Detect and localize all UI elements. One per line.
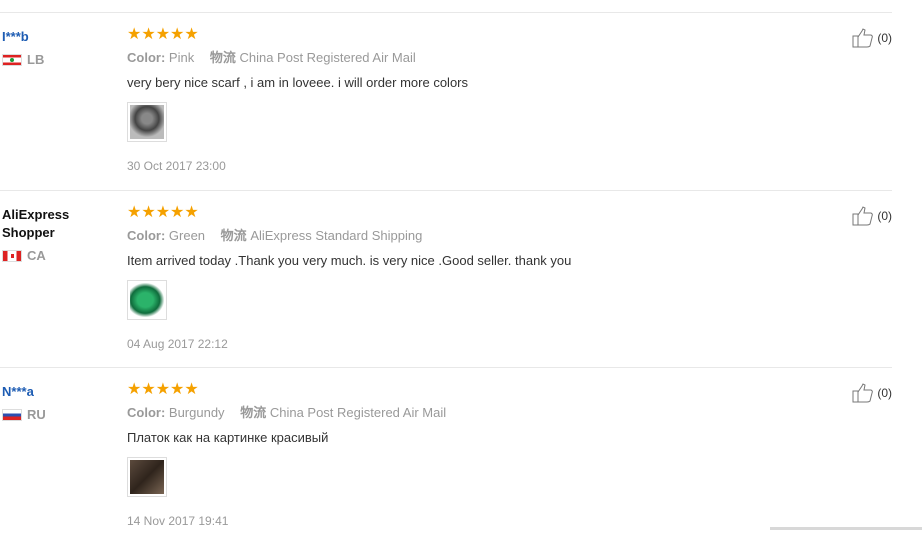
reviewer-name: AliExpress Shopper	[2, 207, 70, 240]
shipping-label: 物流	[209, 50, 236, 65]
thumbs-up-icon	[852, 383, 874, 403]
star-rating: ★★★★★	[127, 381, 199, 398]
shipping-value: China Post Registered Air Mail	[239, 50, 416, 65]
review-text: Item arrived today .Thank you very much.…	[127, 253, 572, 268]
country-code: RU	[27, 407, 46, 422]
thumbs-up-icon	[852, 206, 874, 226]
review-item: N***a RU ★★★★★ Color: Burgundy 物流 China …	[0, 367, 892, 545]
reviewer-info: AliExpress Shopper CA	[2, 206, 112, 263]
color-label: Color:	[127, 50, 166, 65]
star-rating: ★★★★★	[127, 204, 199, 221]
color-value: Burgundy	[168, 405, 225, 420]
reviewer-country: CA	[2, 248, 112, 263]
shipping-value: AliExpress Standard Shipping	[250, 228, 423, 243]
country-code: LB	[27, 52, 45, 67]
helpful-count: (0)	[877, 209, 892, 223]
review-date: 30 Oct 2017 23:00	[127, 159, 226, 173]
shipping-label: 物流	[220, 228, 247, 243]
review-meta: Color: Pink 物流 China Post Registered Air…	[127, 49, 827, 67]
helpful-button[interactable]: (0)	[852, 206, 892, 226]
reviewer-country: RU	[2, 407, 112, 422]
review-text: very bery nice scarf , i am in loveee. i…	[127, 75, 469, 90]
review-text: Платок как на картинке красивый	[127, 430, 329, 445]
reviewer-name[interactable]: N***a	[2, 383, 112, 401]
review-photo-thumbnail[interactable]	[127, 280, 167, 320]
helpful-count: (0)	[877, 386, 892, 400]
star-rating: ★★★★★	[127, 26, 199, 43]
review-date: 14 Nov 2017 19:41	[127, 514, 229, 528]
lebanon-flag-icon	[2, 53, 22, 66]
review-meta: Color: Green 物流 AliExpress Standard Ship…	[127, 227, 827, 245]
color-value: Green	[168, 228, 206, 243]
review-photo-thumbnail[interactable]	[127, 457, 167, 497]
shipping-label: 物流	[240, 405, 267, 420]
country-code: CA	[27, 248, 46, 263]
helpful-button[interactable]: (0)	[852, 28, 892, 48]
review-item: AliExpress Shopper CA ★★★★★ Color: Green…	[0, 190, 892, 368]
review-meta: Color: Burgundy 物流 China Post Registered…	[127, 404, 827, 422]
reviewer-info: N***a RU	[2, 383, 112, 422]
helpful-button[interactable]: (0)	[852, 383, 892, 403]
color-label: Color:	[127, 405, 166, 420]
reviewer-info: I***b LB	[2, 28, 112, 67]
russia-flag-icon	[2, 408, 22, 421]
review-content: ★★★★★ Color: Green 物流 AliExpress Standar…	[127, 204, 827, 351]
reviewer-country: LB	[2, 52, 112, 67]
helpful-count: (0)	[877, 31, 892, 45]
review-item: I***b LB ★★★★★ Color: Pink 物流 China Post…	[0, 13, 892, 190]
thumbs-up-icon	[852, 28, 874, 48]
shipping-value: China Post Registered Air Mail	[269, 405, 447, 420]
canada-flag-icon	[2, 249, 22, 262]
review-photo-thumbnail[interactable]	[127, 102, 167, 142]
review-content: ★★★★★ Color: Pink 物流 China Post Register…	[127, 26, 827, 173]
review-content: ★★★★★ Color: Burgundy 物流 China Post Regi…	[127, 381, 827, 528]
color-label: Color:	[127, 228, 166, 243]
reviewer-name[interactable]: I***b	[2, 28, 112, 46]
review-date: 04 Aug 2017 22:12	[127, 337, 228, 351]
color-value: Pink	[168, 50, 195, 65]
